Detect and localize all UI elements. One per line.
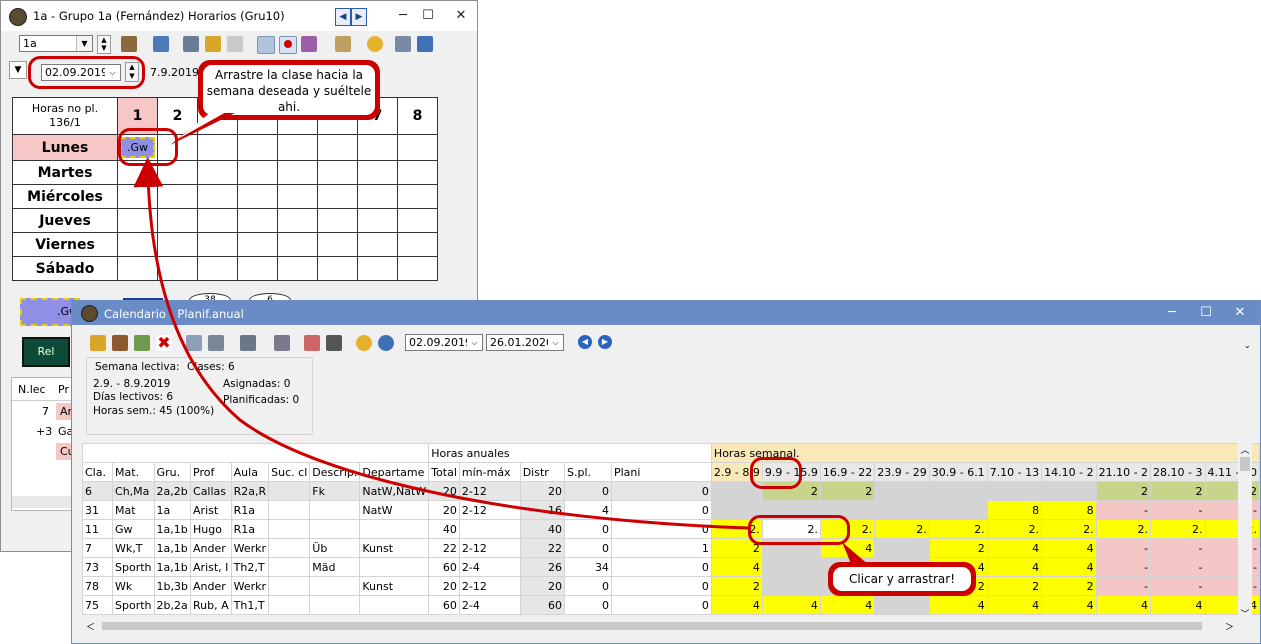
callout-tail	[170, 111, 235, 145]
week-header-highlight-ring	[750, 457, 802, 489]
click-callout-tail	[842, 542, 870, 566]
drag-arrow-overlay	[133, 157, 749, 530]
gw-row-highlight-ring	[748, 515, 850, 545]
drag-arrow	[133, 157, 749, 530]
click-hint-text: Clicar y arrastrar!	[833, 567, 971, 591]
